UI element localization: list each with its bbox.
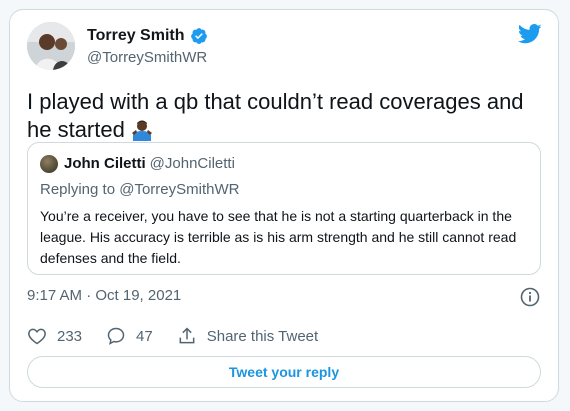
quoted-author-handle[interactable]: @JohnCiletti [150, 155, 235, 172]
author-name-row: Torrey Smith [87, 27, 208, 45]
tweet-your-reply-button[interactable]: Tweet your reply [27, 356, 541, 388]
replying-to: Replying to @TorreySmithWR [40, 181, 239, 198]
quoted-author-avatar[interactable] [40, 155, 58, 173]
quoted-tweet[interactable]: John Ciletti @JohnCiletti Replying to @To… [27, 142, 541, 275]
like-count: 233 [57, 327, 83, 345]
tweet-body: I played with a qb that couldn’t read co… [27, 89, 524, 142]
author-name[interactable]: Torrey Smith [87, 27, 185, 45]
share-action[interactable]: Share this Tweet [177, 326, 318, 346]
tweet-timestamp[interactable]: 9:17 AM · Oct 19, 2021 [27, 287, 181, 304]
verified-badge-icon [190, 28, 207, 44]
man-shrugging-emoji-icon [131, 120, 152, 141]
author-handle[interactable]: @TorreySmithWR [87, 49, 207, 66]
reply-action[interactable]: 47 [106, 326, 153, 346]
twitter-bird-icon[interactable] [518, 24, 542, 44]
reply-count: 47 [136, 327, 153, 345]
quoted-author-row: John Ciletti @JohnCiletti [64, 155, 235, 172]
quoted-tweet-text: You’re a receiver, you have to see that … [40, 208, 517, 266]
share-upload-icon [179, 327, 195, 344]
tweet-actions: 233 47 Share this Tweet [27, 326, 342, 346]
share-label: Share this Tweet [206, 327, 319, 345]
heart-icon [28, 328, 46, 345]
quoted-author-name[interactable]: John Ciletti [64, 155, 146, 172]
reply-bubble-icon [107, 327, 125, 345]
replying-to-label: Replying to [40, 181, 116, 198]
tweet-card: Torrey Smith @TorreySmithWR I played wit… [9, 9, 559, 402]
info-icon[interactable] [520, 287, 540, 307]
tweet-text: I played with a qb that couldn’t read co… [27, 88, 537, 144]
author-avatar[interactable] [27, 22, 75, 70]
avatar-photo [27, 22, 75, 70]
like-action[interactable]: 233 [27, 326, 82, 346]
replying-to-handle[interactable]: @TorreySmithWR [119, 181, 239, 198]
